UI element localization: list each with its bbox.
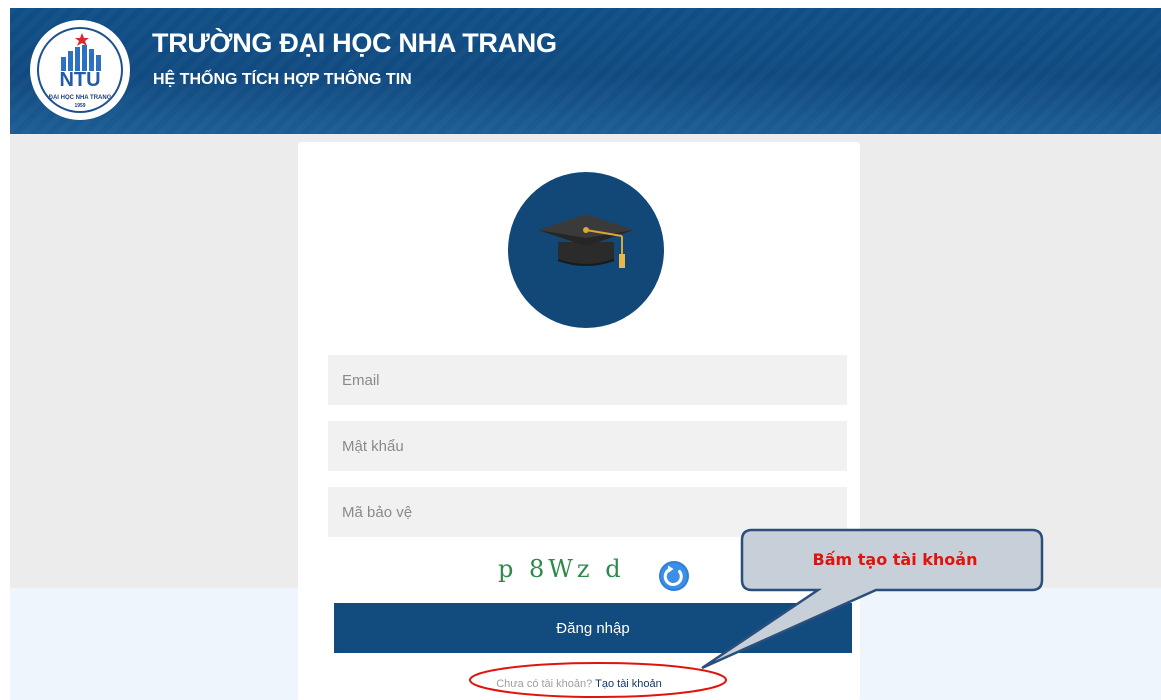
no-account-text: Chưa có tài khoản? xyxy=(496,678,593,690)
captcha-image: p 8Wz d xyxy=(498,555,625,583)
password-input[interactable] xyxy=(328,421,847,471)
signup-prompt: Chưa có tài khoản? Tạo tài khoản xyxy=(298,678,860,690)
university-logo[interactable]: NTU ĐẠI HỌC NHA TRANG 1959 xyxy=(30,20,130,120)
create-account-link[interactable]: Tạo tài khoản xyxy=(595,678,662,690)
logo-abbr: NTU xyxy=(59,69,101,91)
graduation-cap-icon xyxy=(538,214,634,268)
captcha-input[interactable] xyxy=(328,487,847,537)
browser-viewport: NTU ĐẠI HỌC NHA TRANG 1959 TRƯỜNG ĐẠI HỌ… xyxy=(10,8,1161,700)
logo-name: ĐẠI HỌC NHA TRANG xyxy=(48,95,112,101)
refresh-icon xyxy=(659,561,689,591)
site-header: NTU ĐẠI HỌC NHA TRANG 1959 TRƯỜNG ĐẠI HỌ… xyxy=(10,8,1161,134)
callout-text: Bấm tạo tài khoản xyxy=(812,550,978,569)
building-bars-icon xyxy=(61,33,101,71)
site-subtitle: HỆ THỐNG TÍCH HỢP THÔNG TIN xyxy=(153,71,412,88)
avatar-circle xyxy=(508,172,664,328)
captcha-refresh-button[interactable] xyxy=(658,560,690,592)
page: NTU ĐẠI HỌC NHA TRANG 1959 TRƯỜNG ĐẠI HỌ… xyxy=(0,0,1161,700)
email-input[interactable] xyxy=(328,355,847,405)
login-button[interactable]: Đăng nhập xyxy=(334,603,852,653)
logo-year: 1959 xyxy=(74,103,86,109)
logo-badge: NTU ĐẠI HỌC NHA TRANG 1959 xyxy=(37,27,123,113)
site-title: TRƯỜNG ĐẠI HỌC NHA TRANG xyxy=(152,28,557,58)
login-card: p 8Wz d Đăng nhập Chưa có tài khoản? Tạo… xyxy=(298,142,860,700)
